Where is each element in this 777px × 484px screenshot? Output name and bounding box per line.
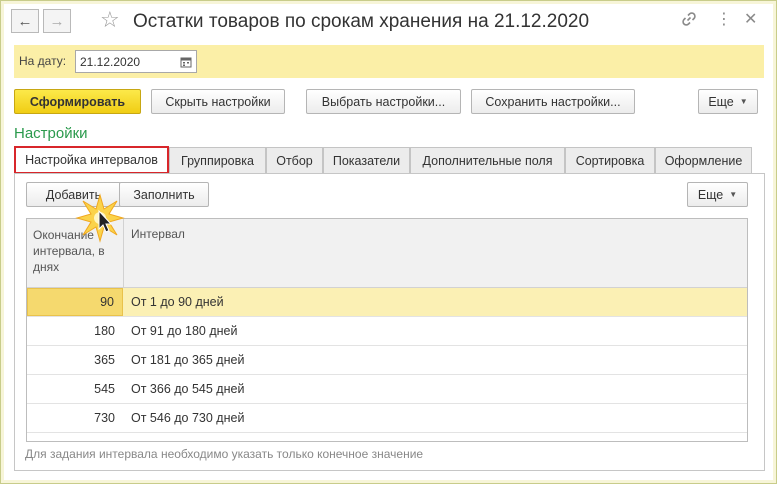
choose-settings-button[interactable]: Выбрать настройки... [306,89,461,114]
interval-end-cell[interactable]: 365 [27,346,123,374]
window-title: Остатки товаров по срокам хранения на 21… [133,11,590,32]
table-row[interactable]: 180 От 91 до 180 дней [27,317,747,346]
interval-end-cell[interactable]: 90 [27,288,123,316]
interval-end-cell[interactable]: 730 [27,404,123,432]
panel-more-label: Еще [697,187,724,202]
column-header-interval[interactable]: Интервал [131,227,185,241]
back-arrow-icon: ← [17,12,33,30]
tab-interval-settings[interactable]: Настройка интервалов [14,146,169,174]
date-input[interactable] [76,51,176,72]
tab-sorting[interactable]: Сортировка [565,147,655,173]
report-window: ← → ☆ Остатки товаров по срокам хранения… [0,0,777,484]
date-label: На дату: [19,54,67,68]
interval-cell: От 181 до 365 дней [131,353,245,367]
settings-title: Настройки [14,125,88,142]
interval-cell: От 91 до 180 дней [131,324,238,338]
fill-button[interactable]: Заполнить [119,182,209,207]
chevron-down-icon: ▼ [729,190,738,199]
save-settings-button[interactable]: Сохранить настройки... [471,89,635,114]
chevron-down-icon: ▼ [739,97,748,106]
back-button[interactable]: ← [11,9,39,33]
interval-cell: От 366 до 545 дней [131,382,245,396]
link-icon[interactable] [681,11,697,32]
tab-grouping[interactable]: Группировка [169,147,266,173]
forward-arrow-icon: → [49,12,65,30]
close-icon[interactable]: ✕ [744,11,757,29]
tab-indicators[interactable]: Показатели [323,147,410,173]
forward-button[interactable]: → [43,9,71,33]
more-vertical-icon[interactable]: ⋮ [716,11,732,29]
table-row[interactable]: 730 От 546 до 730 дней [27,404,747,433]
interval-cell: От 546 до 730 дней [131,411,245,425]
star-icon[interactable]: ☆ [100,8,120,32]
panel-more-button[interactable]: Еще ▼ [687,182,748,207]
more-button-label: Еще [708,94,734,109]
interval-end-cell[interactable]: 545 [27,375,123,403]
click-highlight-icon [75,193,125,243]
interval-settings-panel: Добавить Заполнить Еще ▼ Окончание интер… [14,173,765,471]
interval-end-cell[interactable]: 180 [27,317,123,345]
interval-cell: От 1 до 90 дней [131,295,224,309]
table-row[interactable]: 545 От 366 до 545 дней [27,375,747,404]
tab-appearance[interactable]: Оформление [655,147,752,173]
table-row[interactable]: 90 От 1 до 90 дней [27,288,747,317]
settings-tabs: Настройка интервалов Группировка Отбор П… [14,146,765,174]
date-bar: На дату: [14,45,764,78]
intervals-table: Окончание интервала, в днях Интервал 90 … [26,218,748,442]
hint-text: Для задания интервала необходимо указать… [25,447,424,461]
title-bar: ← → ☆ Остатки товаров по срокам хранения… [11,8,771,37]
table-header: Окончание интервала, в днях Интервал [27,219,747,288]
calendar-icon[interactable] [176,51,196,72]
date-field[interactable] [75,50,197,73]
tab-filter[interactable]: Отбор [266,147,323,173]
hide-settings-button[interactable]: Скрыть настройки [151,89,285,114]
more-button[interactable]: Еще ▼ [698,89,758,114]
generate-button[interactable]: Сформировать [14,89,141,114]
tab-additional-fields[interactable]: Дополнительные поля [410,147,565,173]
table-row[interactable]: 365 От 181 до 365 дней [27,346,747,375]
